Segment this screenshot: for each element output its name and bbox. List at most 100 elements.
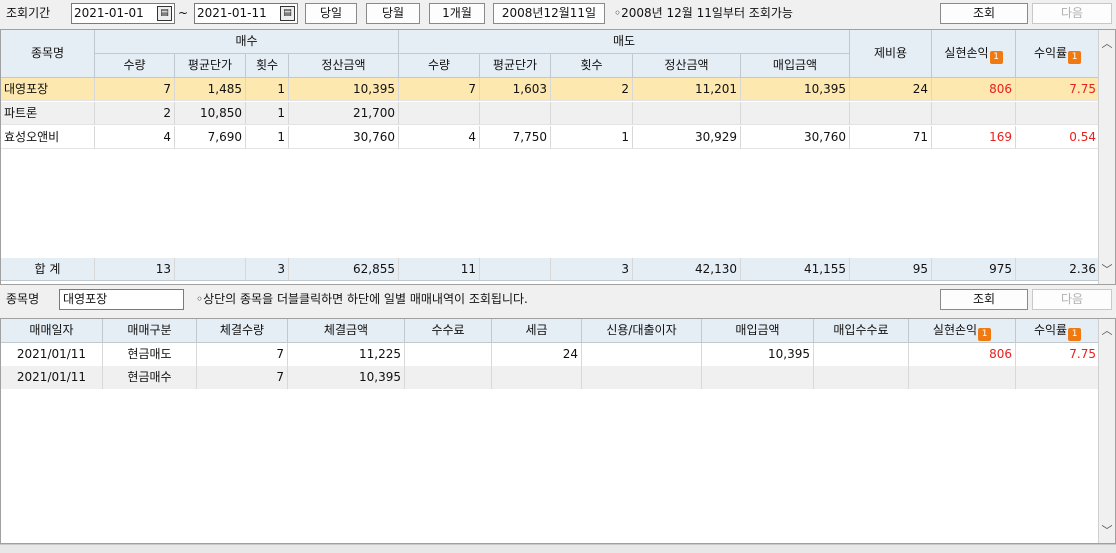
total-buy-qty: 13 — [95, 258, 175, 281]
cell-qty: 7 — [197, 343, 288, 366]
cell-sell-qty: 4 — [399, 126, 480, 149]
cell-rate: 7.75 — [1016, 343, 1100, 366]
calendar-icon[interactable]: ▤ — [280, 6, 295, 21]
detail-row[interactable]: 2021/01/11 현금매수 7 10,395 — [1, 366, 1100, 389]
cell-stock: 효성오앤비 — [1, 126, 95, 149]
header-date: 매매일자 — [1, 319, 103, 343]
cell-type: 현금매도 — [103, 343, 197, 366]
next-button[interactable]: 다음 — [1032, 3, 1112, 24]
total-sell-amount: 42,130 — [633, 258, 741, 281]
detail-scrollbar[interactable]: ︿ ﹀ — [1098, 319, 1115, 543]
detail-search-button[interactable]: 조회 — [940, 289, 1028, 310]
total-label: 합 계 — [1, 258, 95, 281]
cell-buy-amount: 21,700 — [289, 102, 399, 125]
cell-amount: 10,395 — [288, 366, 405, 389]
cell-buy-avg: 7,690 — [175, 126, 246, 149]
cell-sell-count: 1 — [551, 126, 633, 149]
cell-sell-qty: 7 — [399, 78, 480, 101]
cell-rate: 7.75 — [1016, 78, 1100, 101]
summary-scrollbar[interactable]: ︿ ﹀ — [1098, 30, 1115, 284]
cell-commission — [405, 366, 492, 389]
cell-profit — [932, 102, 1016, 125]
date-from-value: 2021-01-01 — [74, 6, 144, 20]
scroll-down-icon[interactable]: ﹀ — [1099, 523, 1115, 539]
cell-amount: 11,225 — [288, 343, 405, 366]
cell-buy-avg: 10,850 — [175, 102, 246, 125]
detail-note: ◦상단의 종목을 더블클릭하면 하단에 일별 매매내역이 조회됩니다. — [196, 292, 528, 306]
summary-row[interactable]: 효성오앤비 4 7,690 1 30,760 4 7,750 1 30,929 30,760 71 1… — [1, 126, 1100, 149]
scroll-up-icon[interactable]: ︿ — [1099, 36, 1115, 52]
scroll-up-icon[interactable]: ︿ — [1099, 323, 1115, 339]
calendar-icon[interactable]: ▤ — [157, 6, 172, 21]
summary-row[interactable]: 대영포장 7 1,485 1 10,395 7 1,603 2 11,201 10,395 24 80… — [1, 78, 1100, 101]
info-badge-icon[interactable]: 1 — [1068, 51, 1082, 64]
header-buy-count: 횟수 — [246, 54, 289, 78]
date-to-input[interactable]: 2021-01-11 ▤ — [194, 3, 298, 24]
scroll-down-icon[interactable]: ﹀ — [1099, 262, 1115, 278]
search-button[interactable]: 조회 — [940, 3, 1028, 24]
cell-interest — [582, 366, 702, 389]
header-buy-amount: 정산금액 — [289, 54, 399, 78]
cell-profit — [909, 366, 1016, 389]
total-rate: 2.36 — [1016, 258, 1100, 281]
today-button[interactable]: 당일 — [305, 3, 357, 24]
cell-buy-count: 1 — [246, 102, 289, 125]
header-detail-profit: 실현손익 1 — [909, 319, 1016, 343]
cell-buy-avg: 1,485 — [175, 78, 246, 101]
cell-buy-qty: 4 — [95, 126, 175, 149]
tilde-separator: ~ — [178, 6, 189, 20]
cell-buy-count: 1 — [246, 78, 289, 101]
top-toolbar: 조회기간 2021-01-01 ▤ ~ 2021-01-11 ▤ 당일 당월 1… — [0, 0, 1116, 29]
header-rate: 수익률 1 — [1016, 30, 1100, 78]
cell-sell-count — [551, 102, 633, 125]
header-buy-qty: 수량 — [95, 54, 175, 78]
cell-rate — [1016, 102, 1100, 125]
cell-purchase — [702, 366, 814, 389]
info-badge-icon[interactable]: 1 — [978, 328, 992, 341]
total-row: 합 계 13 3 62,855 11 3 42,130 41,155 95 97… — [1, 258, 1100, 281]
cell-date: 2021/01/11 — [1, 366, 103, 389]
one-month-button[interactable]: 1개월 — [429, 3, 485, 24]
cell-sell-purchase — [741, 102, 850, 125]
header-stock: 종목명 — [1, 30, 95, 78]
cell-sell-amount — [633, 102, 741, 125]
summary-row[interactable]: 파트론 2 10,850 1 21,700 — [1, 102, 1100, 125]
header-sell-avg: 평균단가 — [480, 54, 551, 78]
cell-sell-purchase: 10,395 — [741, 78, 850, 101]
cell-rate: 0.54 — [1016, 126, 1100, 149]
info-badge-icon[interactable]: 1 — [989, 51, 1003, 64]
cell-type: 현금매수 — [103, 366, 197, 389]
cell-buy-amount: 30,760 — [289, 126, 399, 149]
total-sell-avg — [480, 258, 551, 281]
cell-sell-count: 2 — [551, 78, 633, 101]
header-type: 매매구분 — [103, 319, 197, 343]
header-tax: 세금 — [492, 319, 582, 343]
header-interest: 신용/대출이자 — [582, 319, 702, 343]
date-2008-button[interactable]: 2008년12월11일 — [493, 3, 605, 24]
date-from-input[interactable]: 2021-01-01 ▤ — [71, 3, 175, 24]
header-sell-qty: 수량 — [399, 54, 480, 78]
cell-sell-avg: 7,750 — [480, 126, 551, 149]
header-fee: 제비용 — [850, 30, 932, 78]
detail-toolbar: 종목명 대영포장 ◦상단의 종목을 더블클릭하면 하단에 일별 매매내역이 조회… — [0, 286, 1116, 314]
cell-rate — [1016, 366, 1100, 389]
cell-buy-qty: 2 — [95, 102, 175, 125]
detail-next-button[interactable]: 다음 — [1032, 289, 1112, 310]
detail-row[interactable]: 2021/01/11 현금매도 7 11,225 24 10,395 806 7.75 — [1, 343, 1100, 366]
info-badge-icon[interactable]: 1 — [1068, 328, 1082, 341]
cell-tax — [492, 366, 582, 389]
cell-qty: 7 — [197, 366, 288, 389]
stock-name-input[interactable]: 대영포장 — [59, 289, 184, 310]
total-buy-amount: 62,855 — [289, 258, 399, 281]
header-sell-group: 매도 — [399, 30, 850, 54]
header-detail-profit-label: 실현손익 — [932, 323, 978, 337]
header-buy-group: 매수 — [95, 30, 399, 54]
status-bar — [0, 544, 1116, 553]
cell-buy-count: 1 — [246, 126, 289, 149]
cell-sell-avg: 1,603 — [480, 78, 551, 101]
total-fee: 95 — [850, 258, 932, 281]
cell-profit: 806 — [909, 343, 1016, 366]
header-commission: 수수료 — [405, 319, 492, 343]
this-month-button[interactable]: 당월 — [366, 3, 420, 24]
cell-buy-amount: 10,395 — [289, 78, 399, 101]
